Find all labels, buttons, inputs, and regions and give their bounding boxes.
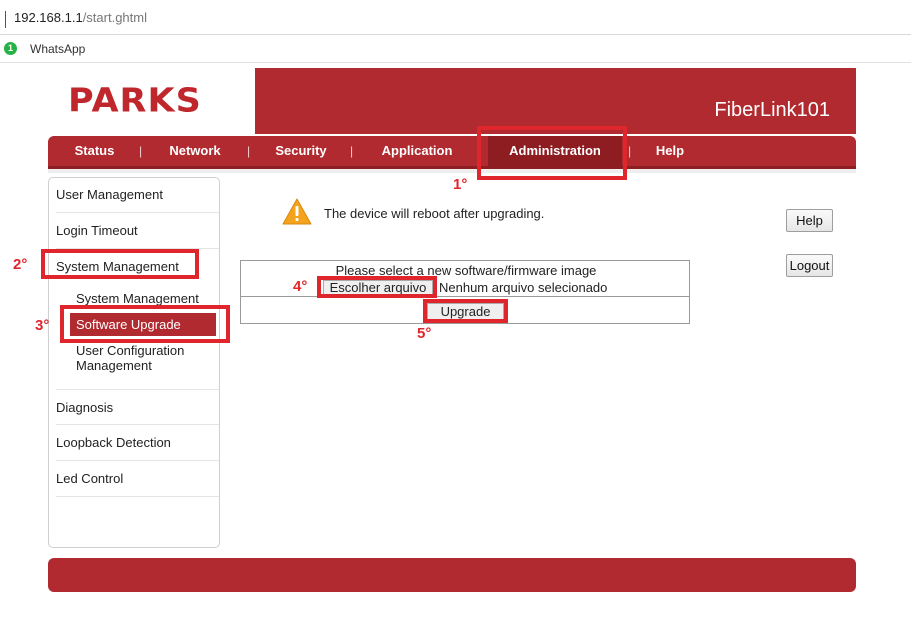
nav-separator: |: [350, 144, 354, 158]
nav-help[interactable]: Help: [646, 136, 694, 166]
sidebar-item-loopback-detection[interactable]: Loopback Detection: [56, 425, 219, 461]
nav-shadow: [48, 169, 856, 173]
parks-logo: PARKS: [68, 82, 202, 120]
file-status: Nenhum arquivo selecionado: [439, 280, 608, 295]
annotation-box-1: [477, 126, 627, 180]
device-model: FiberLink101: [714, 99, 830, 121]
address-bar[interactable]: 192.168.1.1/start.ghtml: [0, 0, 911, 35]
warning-icon: [282, 198, 312, 225]
annotation-box-2: [41, 249, 199, 279]
form-divider: [241, 296, 689, 297]
nav-separator: |: [139, 144, 143, 158]
annotation-label-3: 3°: [35, 317, 50, 334]
url-host: 192.168.1.1: [14, 10, 83, 25]
warning-message: The device will reboot after upgrading.: [324, 206, 545, 221]
annotation-label-5: 5°: [417, 325, 432, 342]
annotation-label-1: 1°: [453, 176, 468, 193]
bookmark-whatsapp[interactable]: WhatsApp: [30, 42, 85, 56]
nav-security[interactable]: Security: [266, 136, 336, 166]
annotation-label-4: 4°: [293, 278, 308, 295]
footer-bar: [48, 558, 856, 592]
nav-application[interactable]: Application: [368, 136, 466, 166]
nav-network[interactable]: Network: [158, 136, 232, 166]
sidebar-item-login-timeout[interactable]: Login Timeout: [56, 213, 219, 249]
annotation-box-4: [317, 276, 437, 298]
bookmarks-bar: 1 WhatsApp: [0, 36, 911, 63]
logout-button[interactable]: Logout: [786, 254, 833, 277]
url-text[interactable]: 192.168.1.1/start.ghtml: [14, 10, 147, 25]
annotation-box-3: [60, 305, 230, 343]
url-path: /start.ghtml: [82, 10, 147, 25]
sidebar-sub-system-management[interactable]: System Management: [76, 291, 199, 306]
whatsapp-icon[interactable]: 1: [4, 42, 17, 55]
header-band: FiberLink101: [255, 68, 856, 134]
sidebar-item-led-control[interactable]: Led Control: [56, 461, 219, 497]
annotation-label-2: 2°: [13, 256, 28, 273]
form-instruction: Please select a new software/firmware im…: [335, 263, 597, 278]
sidebar-item-diagnosis[interactable]: Diagnosis: [56, 389, 219, 425]
nav-status[interactable]: Status: [62, 136, 127, 166]
nav-separator: |: [628, 144, 632, 158]
annotation-box-5: [423, 299, 508, 323]
sidebar-item-user-management[interactable]: User Management: [56, 177, 219, 213]
text-caret: [5, 11, 6, 28]
help-button[interactable]: Help: [786, 209, 833, 232]
sidebar-sub-user-configuration[interactable]: User Configuration Management: [76, 343, 206, 373]
nav-separator: |: [247, 144, 251, 158]
main-navbar: Status | Network | Security | Applicatio…: [48, 136, 856, 169]
